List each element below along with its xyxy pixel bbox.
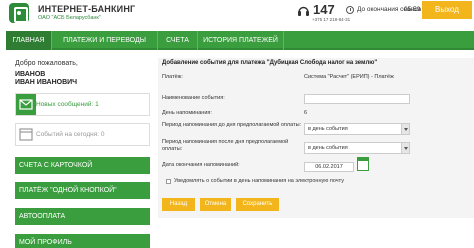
event-name-label: Наименование события:: [162, 95, 225, 101]
cards-accounts-button[interactable]: СЧЕТА С КАРТОЧКОЙ: [15, 157, 150, 174]
reminder-day-value: 6: [304, 110, 308, 116]
cancel-button[interactable]: Отмена: [200, 198, 231, 211]
period-before-value: в день события: [308, 126, 348, 132]
session-timer: 05:59: [404, 6, 421, 13]
tab-main[interactable]: ГЛАВНАЯ: [6, 31, 52, 50]
bank-name: ОАО "АСБ Беларусбанк": [38, 15, 101, 21]
clock-icon: [346, 6, 354, 14]
period-after-label: Период напоминания после дня предполагае…: [162, 139, 289, 152]
user-surname: ИВАНОВ: [15, 71, 46, 78]
events-box[interactable]: Событий на сегодня: 0: [15, 123, 150, 146]
save-button[interactable]: Сохранить: [236, 198, 279, 211]
user-name: ИВАН ИВАНОВИЧ: [15, 79, 78, 86]
reminder-day-label: День напоминания:: [162, 110, 212, 116]
notify-email-label: Уведомлять о событии в день напоминания …: [174, 178, 345, 184]
headset-icon: [298, 6, 309, 16]
calendar-icon[interactable]: [357, 157, 369, 171]
support-phone: 147: [313, 2, 335, 17]
end-date-input[interactable]: 06.02.2017: [304, 162, 354, 172]
end-date-label: Дата окончания напоминаний:: [162, 162, 240, 168]
support-phone-full: +375 17 218-84-31: [312, 17, 351, 22]
exit-button[interactable]: Выход: [422, 1, 472, 19]
messages-box[interactable]: Новых сообщений: 1: [15, 93, 150, 116]
period-after-select[interactable]: в день события: [304, 142, 410, 154]
period-before-select[interactable]: в день события: [304, 123, 410, 135]
events-count: Событий на сегодня: 0: [36, 131, 105, 138]
payment-value: Система "Расчет" (ЕРИП) - Платёж: [304, 74, 394, 80]
notify-email-checkbox[interactable]: [166, 179, 171, 184]
add-event-form: Добавление события для платежа "Дубицкая…: [158, 58, 474, 218]
welcome-text: Добро пожаловать,: [15, 60, 78, 67]
messages-count: Новых сообщений: 1: [36, 101, 99, 108]
bank-logo-icon: [9, 3, 29, 23]
my-profile-button[interactable]: МОЙ ПРОФИЛЬ: [15, 234, 150, 248]
event-name-input[interactable]: [304, 94, 410, 104]
tab-history[interactable]: ИСТОРИЯ ПЛАТЕЖЕЙ: [198, 31, 284, 50]
envelope-icon: [16, 94, 36, 115]
tab-accounts[interactable]: СЧЕТА: [158, 31, 198, 50]
one-click-payment-button[interactable]: ПЛАТЁЖ "ОДНОЙ КНОПКОЙ": [15, 182, 150, 199]
tab-payments[interactable]: ПЛАТЕЖИ И ПЕРЕВОДЫ: [52, 31, 158, 50]
calendar-icon: [16, 124, 36, 145]
form-title: Добавление события для платежа "Дубицкая…: [162, 60, 378, 66]
period-before-label: Период напоминания до дня предполагаемой…: [162, 122, 302, 128]
chevron-down-icon: [401, 143, 409, 153]
back-button[interactable]: Назад: [162, 198, 195, 211]
chevron-down-icon: [401, 124, 409, 134]
payment-label: Платёж:: [162, 74, 183, 80]
app-title: ИНТЕРНЕТ-БАНКИНГ: [38, 4, 136, 14]
header: ИНТЕРНЕТ-БАНКИНГ ОАО "АСБ Беларусбанк" 1…: [0, 0, 474, 30]
autopay-button[interactable]: АВТООПЛАТА: [15, 208, 150, 225]
main-nav: ГЛАВНАЯ ПЛАТЕЖИ И ПЕРЕВОДЫ СЧЕТА ИСТОРИЯ…: [6, 31, 474, 50]
period-after-value: в день события: [308, 145, 348, 151]
